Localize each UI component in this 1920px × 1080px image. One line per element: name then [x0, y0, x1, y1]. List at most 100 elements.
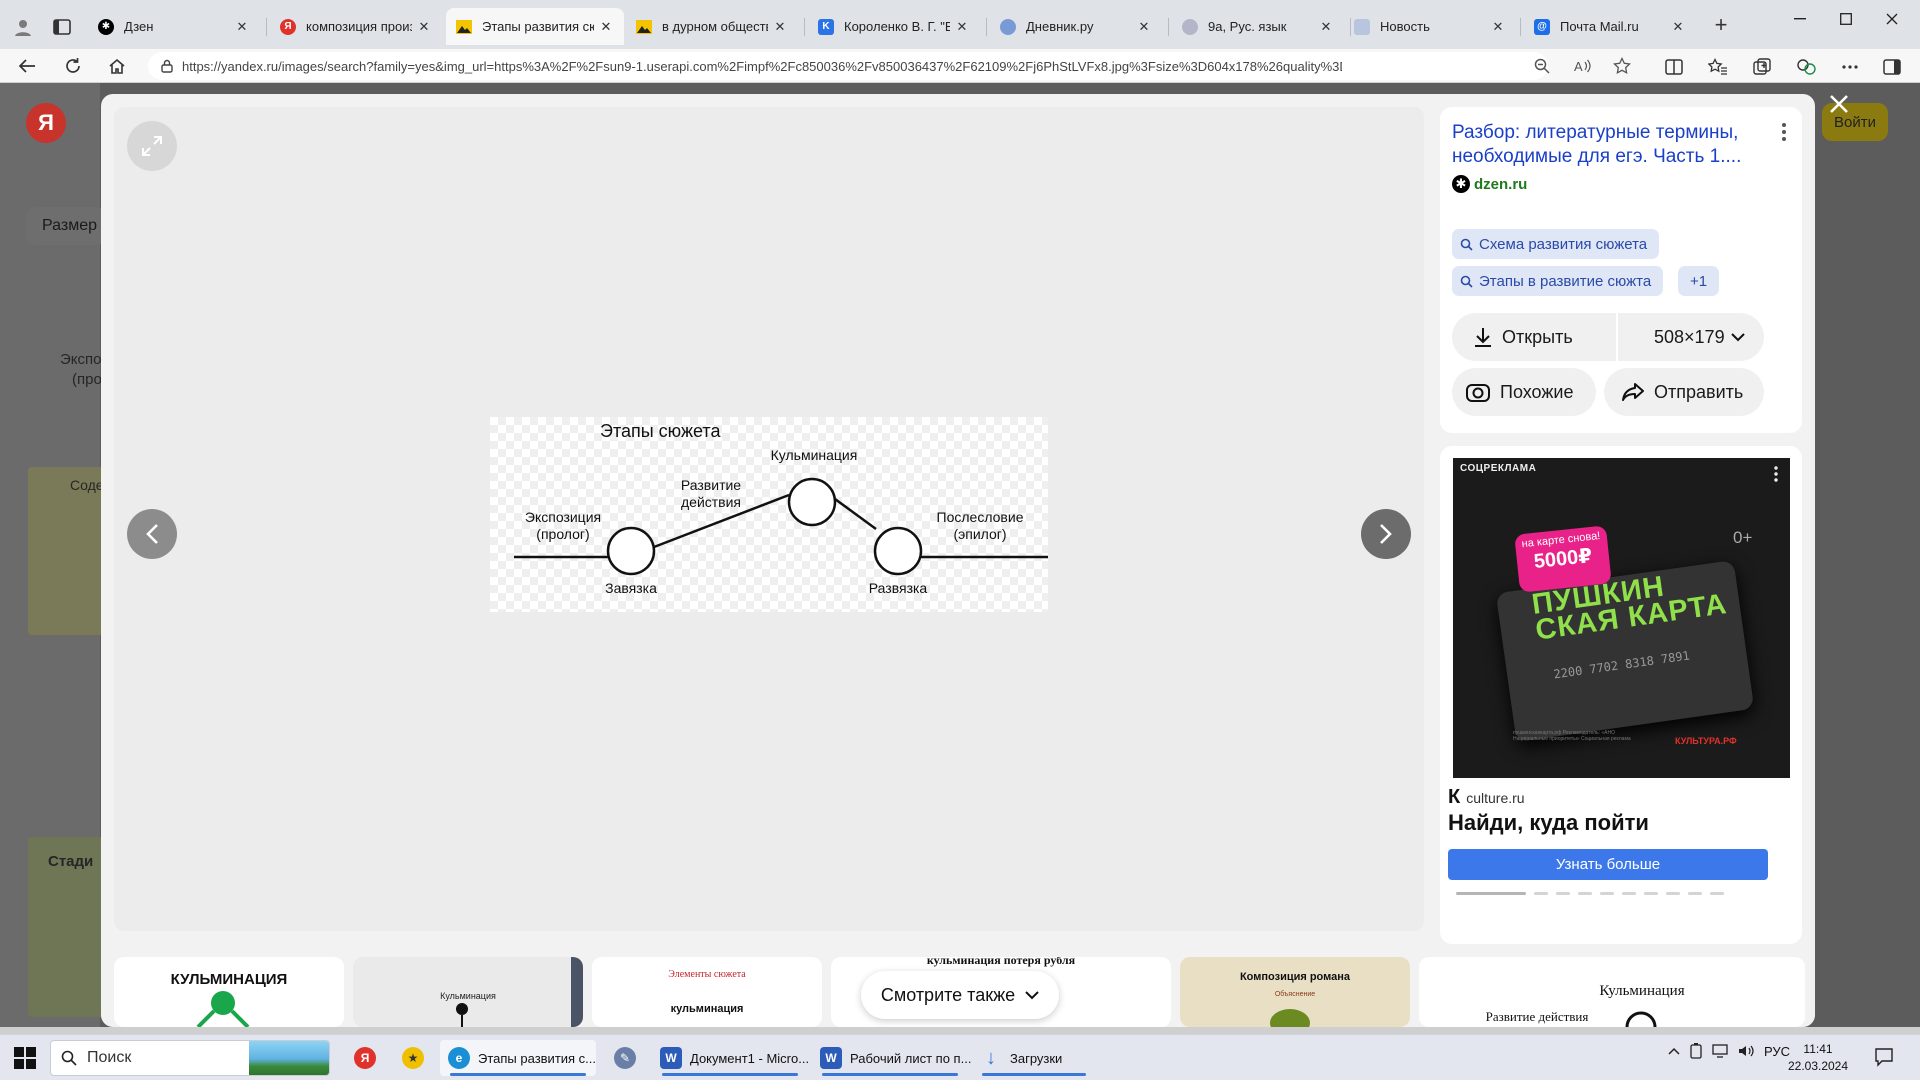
mail-favicon-icon: @	[1534, 18, 1550, 35]
related-thumbnail[interactable]: Кульминация	[353, 957, 583, 1027]
source-page-title-link[interactable]: Разбор: литературные термины, необходимы…	[1452, 121, 1762, 169]
url-field[interactable]: https://yandex.ru/images/search?family=y…	[148, 52, 1548, 80]
clock-time: 11:41	[1803, 1042, 1833, 1056]
size-filter-button[interactable]: Размер	[26, 207, 106, 245]
news-favicon-icon	[1354, 18, 1370, 35]
network-icon[interactable]	[1712, 1044, 1728, 1058]
similar-images-button[interactable]: Похожие	[1452, 368, 1596, 416]
source-domain-link[interactable]: ✱ dzen.ru	[1452, 175, 1527, 193]
tab-actions-icon[interactable]	[52, 17, 72, 37]
tab-3[interactable]: в дурном обществе ✕	[626, 8, 798, 45]
related-query-chip[interactable]: Этапы в развитие сюжта	[1452, 266, 1664, 296]
taskbar-paint-app[interactable]: ✎	[606, 1040, 644, 1076]
see-also-button[interactable]: Смотрите также	[861, 971, 1059, 1019]
panel-more-icon[interactable]	[1778, 121, 1790, 143]
reload-button[interactable]	[60, 54, 86, 78]
tab-5[interactable]: Дневник.ру ✕	[990, 8, 1162, 45]
favorite-star-icon[interactable]	[1612, 56, 1632, 76]
tab-7[interactable]: Новость ✕	[1344, 8, 1516, 45]
taskbar: Поиск Я ★ e Этапы развития с... ✎ W Доку…	[0, 1034, 1920, 1080]
split-screen-icon[interactable]	[1662, 55, 1686, 79]
fullscreen-button[interactable]	[127, 121, 177, 171]
next-image-button[interactable]	[1361, 509, 1411, 559]
active-indicator	[822, 1073, 958, 1076]
download-icon	[1474, 327, 1492, 347]
lens-icon	[1466, 381, 1490, 403]
taskbar-search[interactable]: Поиск	[50, 1040, 330, 1076]
address-bar: https://yandex.ru/images/search?family=y…	[0, 49, 1920, 83]
tray-overflow-icon[interactable]	[1668, 1047, 1680, 1055]
volume-icon[interactable]	[1738, 1044, 1754, 1058]
open-image-button[interactable]: Открыть	[1452, 313, 1616, 361]
close-tab-icon[interactable]: ✕	[1318, 19, 1334, 35]
close-tab-icon[interactable]: ✕	[1670, 19, 1686, 35]
clock[interactable]: 11:41 22.03.2024	[1780, 1041, 1856, 1075]
advertisement[interactable]: СОЦРЕКЛАМА 0+ ПУШКИН СКАЯ КАРТА 2200 770…	[1440, 446, 1802, 944]
ad-headline[interactable]: Найди, куда пойти	[1448, 810, 1649, 836]
thumbnail-diagram	[1270, 1009, 1310, 1027]
collections-icon[interactable]	[1750, 55, 1774, 79]
close-tab-icon[interactable]: ✕	[416, 19, 432, 35]
tab-title: Дзен	[124, 19, 154, 34]
home-icon	[109, 58, 125, 74]
close-tab-icon[interactable]: ✕	[772, 19, 788, 35]
battery-icon[interactable]	[1690, 1043, 1702, 1059]
download-icon: ↓	[986, 1046, 996, 1069]
taskbar-word-window[interactable]: W Рабочий лист по п...	[812, 1040, 971, 1076]
related-thumbnail[interactable]: КУЛЬМИНАЦИЯ	[114, 957, 344, 1027]
share-button[interactable]: Отправить	[1604, 368, 1764, 416]
back-button[interactable]	[14, 54, 40, 78]
expand-icon	[142, 136, 162, 156]
label-development: Развитие действия	[680, 477, 742, 510]
tab-4[interactable]: K Короленко В. Г. "В д ✕	[808, 8, 980, 45]
related-query-chip[interactable]: Схема развития сюжета	[1452, 229, 1660, 259]
source-domain: dzen.ru	[1474, 175, 1528, 193]
new-tab-button[interactable]: +	[1708, 12, 1734, 38]
more-queries-chip[interactable]: +1	[1678, 266, 1720, 296]
minimize-button[interactable]	[1784, 6, 1816, 32]
home-button[interactable]	[104, 54, 130, 78]
ad-cta-button[interactable]: Узнать больше	[1448, 849, 1768, 880]
profile-icon[interactable]	[12, 16, 34, 38]
favorites-icon[interactable]	[1706, 55, 1730, 79]
notification-center-icon[interactable]	[1874, 1047, 1896, 1069]
sidebar-toggle-icon[interactable]	[1880, 55, 1904, 79]
taskbar-pinned-app[interactable]: ★	[394, 1040, 432, 1076]
tab-1[interactable]: Я композиция произве ✕	[270, 8, 442, 45]
read-aloud-icon[interactable]: A	[1572, 56, 1592, 76]
tab-2-active[interactable]: Этапы развития сюж ✕	[446, 8, 624, 45]
yandex-favicon-icon: Я	[280, 18, 296, 35]
close-tab-icon[interactable]: ✕	[1136, 19, 1152, 35]
previous-image-button[interactable]	[127, 509, 177, 559]
yandex-logo[interactable]: Я	[26, 103, 66, 143]
image-size-dropdown[interactable]: 508×179	[1618, 313, 1764, 361]
close-tab-icon[interactable]: ✕	[1490, 19, 1506, 35]
ad-banner-image[interactable]: СОЦРЕКЛАМА 0+ ПУШКИН СКАЯ КАРТА 2200 770…	[1453, 458, 1790, 778]
related-thumbnail[interactable]: Кульминация Развитие действия	[1419, 957, 1805, 1027]
close-window-button[interactable]	[1876, 6, 1908, 32]
taskbar-word-window[interactable]: W Документ1 - Micro...	[652, 1040, 809, 1076]
tab-8[interactable]: @ Почта Mail.ru ✕	[1524, 8, 1696, 45]
close-viewer-button[interactable]	[1824, 89, 1854, 119]
close-tab-icon[interactable]: ✕	[234, 19, 250, 35]
zoom-icon[interactable]	[1532, 56, 1552, 76]
maximize-button[interactable]	[1830, 6, 1862, 32]
more-menu-icon[interactable]	[1838, 55, 1862, 79]
taskbar-edge-window[interactable]: e Этапы развития с...	[440, 1040, 596, 1076]
taskbar-yandex-browser[interactable]: Я	[346, 1040, 384, 1076]
tab-6[interactable]: 9а, Рус. язык ✕	[1172, 8, 1344, 45]
tab-0[interactable]: ✱ Дзен ✕	[88, 8, 260, 45]
minimize-icon	[1794, 18, 1806, 20]
ad-menu-icon[interactable]	[1771, 464, 1781, 484]
svg-text:A: A	[1574, 59, 1583, 74]
related-thumbnail[interactable]: Композиция романа Объяснение	[1180, 957, 1410, 1027]
close-tab-icon[interactable]: ✕	[954, 19, 970, 35]
extensions-icon[interactable]	[1794, 55, 1818, 79]
close-tab-icon[interactable]: ✕	[598, 19, 614, 35]
label-plot-start: Завязка	[605, 580, 657, 596]
main-image-plot-stages-diagram: Этапы сюжета Экспозиция (пролог) Развитие…	[490, 417, 1048, 612]
start-button[interactable]	[14, 1047, 36, 1069]
taskbar-downloads-window[interactable]: ↓ Загрузки	[972, 1040, 1096, 1076]
related-thumbnail[interactable]: Элементы сюжета кульминация	[592, 957, 822, 1027]
ad-domain[interactable]: К culture.ru	[1448, 786, 1525, 809]
